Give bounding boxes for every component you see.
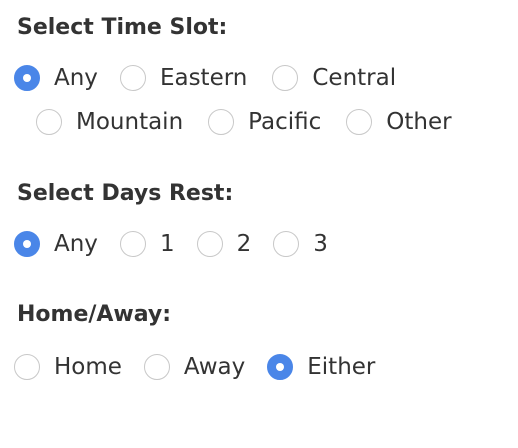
time-slot-option-eastern[interactable]: Eastern xyxy=(119,63,248,93)
home-away-option-away[interactable]: Away xyxy=(143,352,246,382)
radio-checked-icon[interactable] xyxy=(14,231,40,257)
days-rest-option-label: 2 xyxy=(236,231,252,257)
radio-checked-icon[interactable] xyxy=(267,354,294,380)
days-rest-option-1[interactable]: 1 xyxy=(119,229,175,259)
time-slot-option-label: Pacific xyxy=(248,109,322,135)
radio-unchecked-icon[interactable] xyxy=(273,231,300,257)
home-away-option-home[interactable]: Home xyxy=(14,352,122,382)
time-slot-row-1: Any Eastern Central xyxy=(14,63,396,93)
days-rest-option-2[interactable]: 2 xyxy=(196,229,252,259)
radio-unchecked-icon[interactable] xyxy=(36,109,62,135)
radio-unchecked-icon[interactable] xyxy=(196,231,223,257)
radio-unchecked-icon[interactable] xyxy=(143,354,170,380)
days-rest-option-3[interactable]: 3 xyxy=(273,229,328,259)
time-slot-option-pacific[interactable]: Pacific xyxy=(208,107,321,137)
time-slot-option-label: Mountain xyxy=(76,109,184,135)
home-away-option-label: Home xyxy=(54,354,122,380)
radio-unchecked-icon[interactable] xyxy=(119,65,146,91)
days-rest-option-label: Any xyxy=(54,231,98,257)
radio-unchecked-icon[interactable] xyxy=(119,231,146,257)
time-slot-option-mountain[interactable]: Mountain xyxy=(36,107,183,137)
home-away-option-either[interactable]: Either xyxy=(267,352,375,382)
time-slot-title: Select Time Slot: xyxy=(17,15,228,40)
radio-unchecked-icon[interactable] xyxy=(346,109,373,135)
time-slot-option-label: Eastern xyxy=(159,65,248,91)
home-away-option-label: Either xyxy=(307,354,376,380)
days-rest-option-any[interactable]: Any xyxy=(14,229,98,259)
radio-unchecked-icon[interactable] xyxy=(272,65,299,91)
days-rest-title: Select Days Rest: xyxy=(17,181,234,206)
radio-checked-icon[interactable] xyxy=(14,65,40,91)
time-slot-option-any[interactable]: Any xyxy=(14,63,98,93)
days-rest-option-label: 3 xyxy=(313,231,328,257)
time-slot-option-other[interactable]: Other xyxy=(346,107,452,137)
days-rest-row: Any 1 2 3 xyxy=(14,229,328,259)
time-slot-row-2: Mountain Pacific Other xyxy=(36,107,452,137)
time-slot-option-label: Any xyxy=(54,65,98,91)
days-rest-option-label: 1 xyxy=(159,231,175,257)
time-slot-option-label: Central xyxy=(312,65,397,91)
home-away-option-label: Away xyxy=(183,354,246,380)
time-slot-option-label: Other xyxy=(386,109,452,135)
home-away-title: Home/Away: xyxy=(17,302,172,327)
time-slot-option-central[interactable]: Central xyxy=(272,63,396,93)
home-away-row: Home Away Either xyxy=(14,352,375,382)
radio-unchecked-icon[interactable] xyxy=(208,109,235,135)
radio-unchecked-icon[interactable] xyxy=(14,354,40,380)
